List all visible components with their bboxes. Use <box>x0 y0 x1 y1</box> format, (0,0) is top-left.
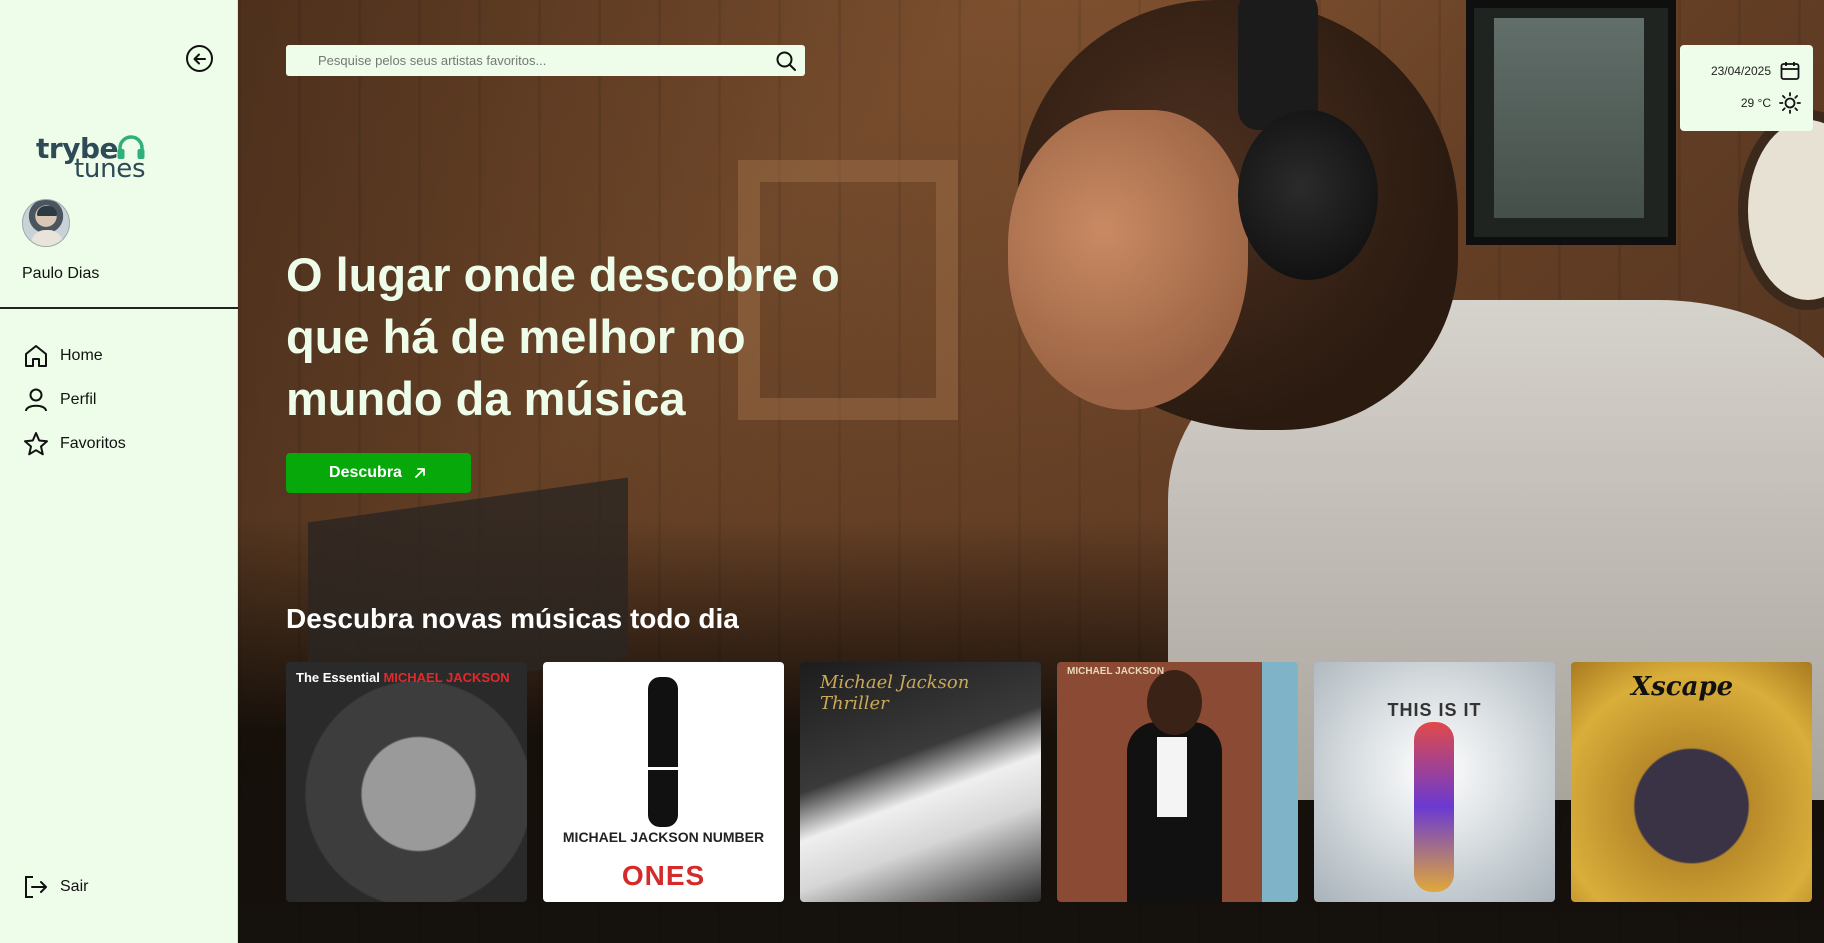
search-input[interactable] <box>318 53 748 68</box>
album-card[interactable]: The Essential MICHAEL JACKSON <box>286 662 527 902</box>
star-icon <box>24 432 48 456</box>
logo: trybe tunes <box>36 132 156 184</box>
hero-section: 23/04/2025 29 °C O lugar onde descobre o… <box>238 0 1824 943</box>
logout-label: Sair <box>60 878 89 895</box>
user-name: Paulo Dias <box>22 265 100 282</box>
calendar-icon <box>1780 62 1800 80</box>
user-icon <box>25 388 47 412</box>
album-cover-text: MICHAEL JACKSON <box>1067 666 1165 677</box>
wall-frame-image <box>1466 0 1676 245</box>
album-card[interactable]: Michael Jackson Thriller <box>800 662 1041 902</box>
logout-button[interactable]: Sair <box>22 873 88 901</box>
logo-text-tunes: tunes <box>74 154 146 184</box>
album-cover-text: Xscape <box>1631 672 1734 702</box>
arrow-up-right-icon <box>415 468 425 478</box>
search-icon[interactable] <box>775 50 797 72</box>
divider <box>0 307 238 309</box>
section-title: Descubra novas músicas todo dia <box>286 603 739 634</box>
temperature-text: 29 °C <box>1740 96 1771 110</box>
album-cover-text: ONES <box>621 860 706 891</box>
sidebar-nav: Home Perfil Favoritos <box>22 334 126 466</box>
hero-photo <box>1008 110 1248 410</box>
sidebar-item-favoritos[interactable]: Favoritos <box>22 422 126 466</box>
album-cover-text: MICHAEL JACKSON NUMBER <box>562 829 765 845</box>
sun-icon <box>1779 92 1801 114</box>
album-card[interactable]: THIS IS IT <box>1314 662 1555 902</box>
sidebar-item-label: Home <box>60 347 103 364</box>
discover-button[interactable]: Descubra <box>286 453 471 493</box>
album-carousel: The Essential MICHAEL JACKSON MICHAEL JA… <box>286 662 1812 902</box>
date-text: 23/04/2025 <box>1710 64 1771 78</box>
sidebar-item-label: Perfil <box>60 391 97 408</box>
date-weather-widget: 23/04/2025 29 °C <box>1680 45 1813 131</box>
search-bar <box>286 45 805 76</box>
logout-icon <box>25 876 47 898</box>
hero-title: O lugar onde descobre o que há de melhor… <box>286 248 840 425</box>
album-card[interactable]: Xscape <box>1571 662 1812 902</box>
collapse-sidebar-button[interactable] <box>186 45 213 72</box>
album-cover-text: THIS IS IT <box>1387 700 1482 720</box>
album-card[interactable]: MICHAEL JACKSON NUMBER ONES <box>543 662 784 902</box>
sidebar-item-label: Favoritos <box>60 435 126 452</box>
discover-button-label: Descubra <box>329 464 402 481</box>
album-cover-text: The Essential <box>296 670 380 685</box>
album-card[interactable]: MICHAEL JACKSON <box>1057 662 1298 902</box>
avatar[interactable] <box>22 199 70 247</box>
sidebar: trybe tunes Paulo Dias Home Perfil Favor… <box>0 0 238 943</box>
arrow-left-icon <box>193 53 206 64</box>
home-icon <box>25 345 47 367</box>
sidebar-item-home[interactable]: Home <box>22 334 126 378</box>
sidebar-item-perfil[interactable]: Perfil <box>22 378 126 422</box>
album-cover-text: Michael Jackson Thriller <box>820 672 970 714</box>
album-cover-text: MICHAEL JACKSON <box>383 670 510 685</box>
